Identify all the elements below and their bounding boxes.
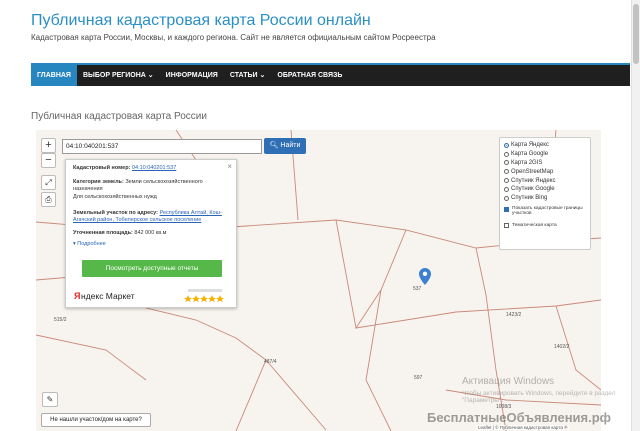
site-subtitle: Кадастровая карта России, Москвы, и кажд… [31, 33, 436, 42]
radio-icon [504, 151, 509, 157]
radio-icon [504, 178, 509, 184]
nav-item-feedback[interactable]: ОБРАТНАЯ СВЯЗЬ [271, 65, 348, 86]
parcel-label: 1423/2 [506, 312, 522, 318]
main-navbar: ГЛАВНАЯ ВЫБОР РЕГИОНА ⌄ ИНФОРМАЦИЯ СТАТЬ… [31, 65, 630, 86]
parcel-label: 1402/2 [554, 344, 570, 350]
popup-cadastral-row: Кадастровый номер: 04:10:040201:537 [73, 165, 233, 172]
layer-option[interactable]: OpenStreetMap [504, 167, 586, 176]
site-title[interactable]: Публичная кадастровая карта России онлай… [31, 12, 371, 30]
map-attribution: Leaflet | © Публичная кадастровая карта … [476, 425, 570, 430]
parcel-line [335, 219, 407, 330]
svg-text:ндекс Маркет: ндекс Маркет [81, 291, 135, 301]
fullscreen-icon[interactable]: ⤢ [41, 175, 56, 190]
nav-item-info[interactable]: ИНФОРМАЦИЯ [160, 65, 224, 86]
layer-option[interactable]: Спутник Google [504, 185, 586, 194]
parcel-label: 597 [414, 375, 423, 381]
cadastral-number-link[interactable]: 04:10:040201:537 [132, 165, 176, 171]
parcel-line [265, 359, 327, 431]
nav-item-articles[interactable]: СТАТЬИ ⌄ [224, 65, 272, 86]
map-layer-selector: Карта Яндекс Карта Google Карта 2GIS Ope… [499, 137, 591, 250]
parcel-line [36, 334, 147, 381]
search-icon: 🔍︎ [269, 142, 279, 149]
windows-activation-text: Активация Windows [462, 376, 555, 387]
layer-option[interactable]: Карта 2GIS [504, 159, 586, 168]
layer-option[interactable]: Спутник Яндекс [504, 176, 586, 185]
address-label: Земельный участок по адресу: [73, 210, 158, 216]
site-watermark: БесплатныеОбъявления.рф [427, 410, 612, 425]
radio-icon [504, 195, 509, 201]
more-details-link[interactable]: ▾ Подробнее [73, 241, 106, 247]
zoom-out-button[interactable]: − [41, 153, 56, 168]
print-icon[interactable]: ⎙ [41, 192, 56, 207]
nav-item-home[interactable]: ГЛАВНАЯ [31, 65, 77, 86]
nav-item-region[interactable]: ВЫБОР РЕГИОНА ⌄ [77, 65, 160, 86]
view-reports-button[interactable]: Посмотреть доступные отчеты [82, 260, 222, 277]
popup-category-row: Категория земель: Земли сельскохозяйстве… [73, 179, 233, 193]
popup-area-row: Уточненная площадь: 842 000 кв.м [73, 230, 233, 237]
show-boundaries-checkbox[interactable]: Показать кадастровые границы участков [504, 206, 586, 220]
page: Публичная кадастровая карта России онлай… [0, 0, 640, 431]
zoom-in-button[interactable]: + [41, 138, 56, 153]
scrollbar-thumb[interactable] [633, 4, 639, 64]
location-marker-icon[interactable] [419, 268, 431, 285]
rating-stars-icon [184, 288, 232, 302]
checkbox-icon [504, 206, 509, 212]
area-label: Уточненная площадь: [73, 230, 133, 236]
popup-usage-value: Для сельскохозяйственных нужд [73, 194, 157, 200]
parcel-label: 537 [413, 286, 422, 292]
parcel-line [355, 299, 601, 329]
page-scrollbar[interactable] [631, 0, 640, 431]
radio-icon [504, 169, 509, 175]
cadastral-label: Кадастровый номер: [73, 165, 131, 171]
not-found-button[interactable]: Не нашли участок/дом на карте? [41, 413, 151, 427]
parcel-line [365, 289, 392, 431]
category-label: Категория земель: [73, 179, 124, 185]
parcel-info-popup: × Кадастровый номер: 04:10:040201:537 Ка… [65, 159, 237, 308]
radio-icon [504, 186, 509, 192]
svg-text:Я: Я [74, 291, 80, 301]
popup-address-row: Земельный участок по адресу: Республика … [73, 210, 233, 224]
yandex-market-logo: Я ндекс Маркет [74, 288, 144, 302]
parcel-line [235, 359, 267, 431]
layer-option[interactable]: Карта Google [504, 150, 586, 159]
cadastral-search-input[interactable]: 04:10:040201:537 [62, 139, 262, 154]
radio-icon [504, 160, 509, 166]
layer-option[interactable]: Спутник Bing [504, 194, 586, 203]
thematic-map-checkbox[interactable]: Тематическая карта [504, 222, 586, 231]
parcel-label: 515/2 [54, 317, 67, 323]
windows-activation-subtext: Чтобы активировать Windows, перейдите в … [462, 390, 616, 404]
section-title: Публичная кадастровая карта России [31, 111, 207, 122]
search-button[interactable]: 🔍︎ Найти [264, 138, 306, 154]
parcel-label: 487/4 [264, 359, 277, 365]
layer-option[interactable]: Карта Яндекс [504, 141, 586, 150]
search-button-label: Найти [280, 142, 301, 149]
radio-icon [504, 142, 509, 148]
checkbox-icon [504, 223, 509, 229]
ruler-icon[interactable]: ✎ [42, 392, 58, 407]
area-value: 842 000 кв.м [134, 230, 167, 236]
